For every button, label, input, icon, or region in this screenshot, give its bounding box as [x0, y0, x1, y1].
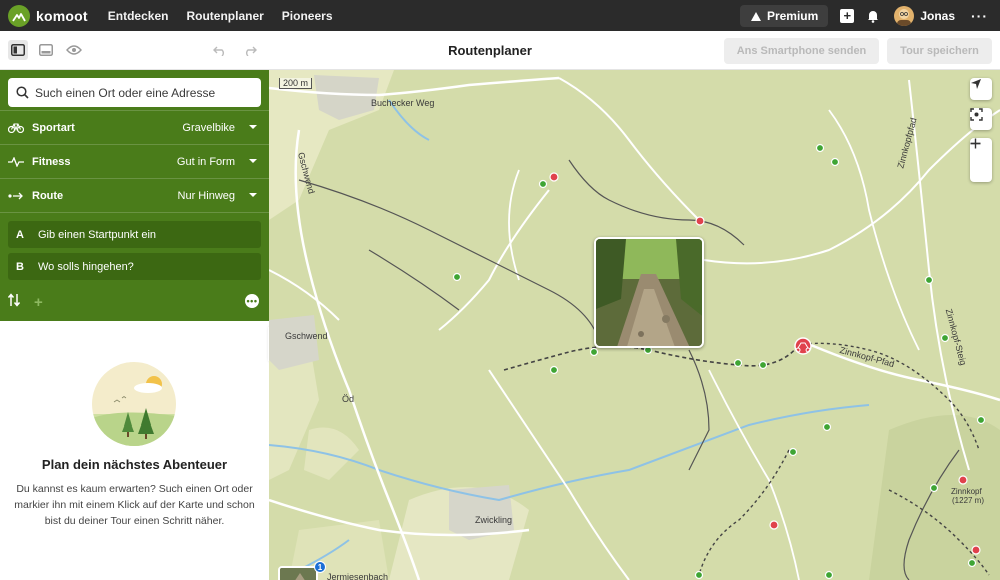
- fit-bounds-icon: [970, 108, 983, 121]
- map-label-zinnkopf-elevation: (1227 m): [952, 496, 985, 505]
- map-label-zinnkopf: Zinnkopf: [951, 487, 982, 496]
- reverse-route-icon[interactable]: [7, 292, 21, 312]
- map-label-buchecker: Buchecker Weg: [371, 98, 435, 108]
- route-type-selector[interactable]: Route Nur Hinweg: [0, 178, 269, 212]
- send-to-smartphone-button[interactable]: Ans Smartphone senden: [724, 38, 879, 64]
- nav-pioneers[interactable]: Pioneers: [282, 9, 333, 23]
- zoom-out-button[interactable]: [970, 142, 992, 182]
- map-label-od: Öd: [342, 394, 355, 404]
- add-waypoint-icon[interactable]: +: [34, 294, 43, 311]
- search-input[interactable]: [35, 85, 245, 100]
- waypoint-tools: + •••: [7, 292, 261, 312]
- search-icon: [16, 86, 29, 99]
- top-navigation-bar: komoot Entdecken Routenplaner Pioneers P…: [0, 0, 1000, 31]
- plus-icon: +: [840, 8, 855, 23]
- one-way-route-icon: [8, 191, 24, 201]
- divider: [0, 212, 269, 213]
- create-button[interactable]: +: [840, 8, 855, 23]
- bell-icon: [868, 10, 879, 23]
- chevron-down-icon: [249, 193, 257, 197]
- notifications-button[interactable]: [866, 9, 880, 23]
- username[interactable]: Jonas: [920, 9, 955, 23]
- planner-sidebar: Sportart Gravelbike Fitness Gut in Form …: [0, 70, 269, 580]
- nav-routenplaner[interactable]: Routenplaner: [186, 9, 263, 23]
- waypoint-destination-input[interactable]: B Wo solls hingehen?: [8, 253, 261, 280]
- route-type-label: Route: [32, 189, 64, 202]
- chevron-down-icon: [249, 159, 257, 163]
- map-canvas[interactable]: 200 m Buchecker Weg Gschwend Gschwend Öd…: [269, 70, 1000, 580]
- locate-me-button[interactable]: [970, 78, 992, 100]
- main-nav: Entdecken Routenplaner Pioneers: [108, 9, 351, 23]
- highlight-count-badge: 1: [314, 561, 326, 573]
- sport-type-selector[interactable]: Sportart Gravelbike: [0, 110, 269, 144]
- planner-toolbar: Routenplaner Ans Smartphone senden Tour …: [0, 31, 1000, 70]
- user-avatar[interactable]: [894, 5, 915, 26]
- map-label-gschwend: Gschwend: [285, 331, 328, 341]
- brand-name: komoot: [36, 7, 88, 24]
- komoot-logo[interactable]: komoot: [8, 4, 88, 27]
- bicycle-icon: [8, 122, 24, 133]
- fitness-label: Fitness: [32, 155, 71, 168]
- more-options-icon[interactable]: •••: [245, 294, 259, 308]
- empty-state-description: Du kannst es kaum erwarten? Such einen O…: [14, 483, 255, 527]
- trail-photo-image: [596, 239, 702, 346]
- pulse-icon: [8, 156, 24, 167]
- waypoint-b-placeholder: Wo solls hingehen?: [38, 260, 134, 273]
- fitness-value: Gut in Form: [176, 155, 235, 168]
- sport-type-value: Gravelbike: [182, 121, 235, 134]
- map-scale: 200 m: [279, 78, 313, 89]
- fit-view-button[interactable]: [970, 108, 992, 130]
- chevron-down-icon: [249, 125, 257, 129]
- highlight-photo[interactable]: [594, 237, 704, 348]
- mountain-icon: [750, 11, 761, 21]
- location-search[interactable]: [8, 78, 261, 107]
- komoot-logo-icon: [8, 4, 30, 27]
- more-menu-icon[interactable]: ···: [971, 8, 988, 24]
- empty-state-title: Plan dein nächstes Abenteuer: [41, 457, 228, 472]
- nav-entdecken[interactable]: Entdecken: [108, 9, 169, 23]
- fitness-selector[interactable]: Fitness Gut in Form: [0, 144, 269, 178]
- waypoint-a-placeholder: Gib einen Startpunkt ein: [38, 228, 157, 241]
- topbar-right: Premium + Jonas ···: [739, 0, 988, 31]
- map-label-zwickling: Zwickling: [475, 515, 513, 525]
- premium-button[interactable]: Premium: [739, 4, 829, 27]
- premium-label: Premium: [766, 8, 819, 23]
- route-type-value: Nur Hinweg: [177, 189, 235, 202]
- map-label-jermiesenbach: Jermiesenbach: [327, 572, 389, 580]
- waypoint-start-input[interactable]: A Gib einen Startpunkt ein: [8, 221, 261, 248]
- location-arrow-icon: [971, 79, 981, 89]
- adventure-illustration: [92, 362, 176, 446]
- waypoint-a-marker: A: [16, 228, 24, 241]
- planner-options-panel: Sportart Gravelbike Fitness Gut in Form …: [0, 70, 269, 321]
- highlight-thumbnail[interactable]: [278, 566, 318, 580]
- zoom-out-icon: [970, 142, 981, 145]
- sport-type-label: Sportart: [32, 121, 75, 134]
- zoom-controls: [970, 138, 992, 182]
- save-tour-button[interactable]: Tour speichern: [887, 38, 992, 64]
- waypoint-b-marker: B: [16, 260, 24, 273]
